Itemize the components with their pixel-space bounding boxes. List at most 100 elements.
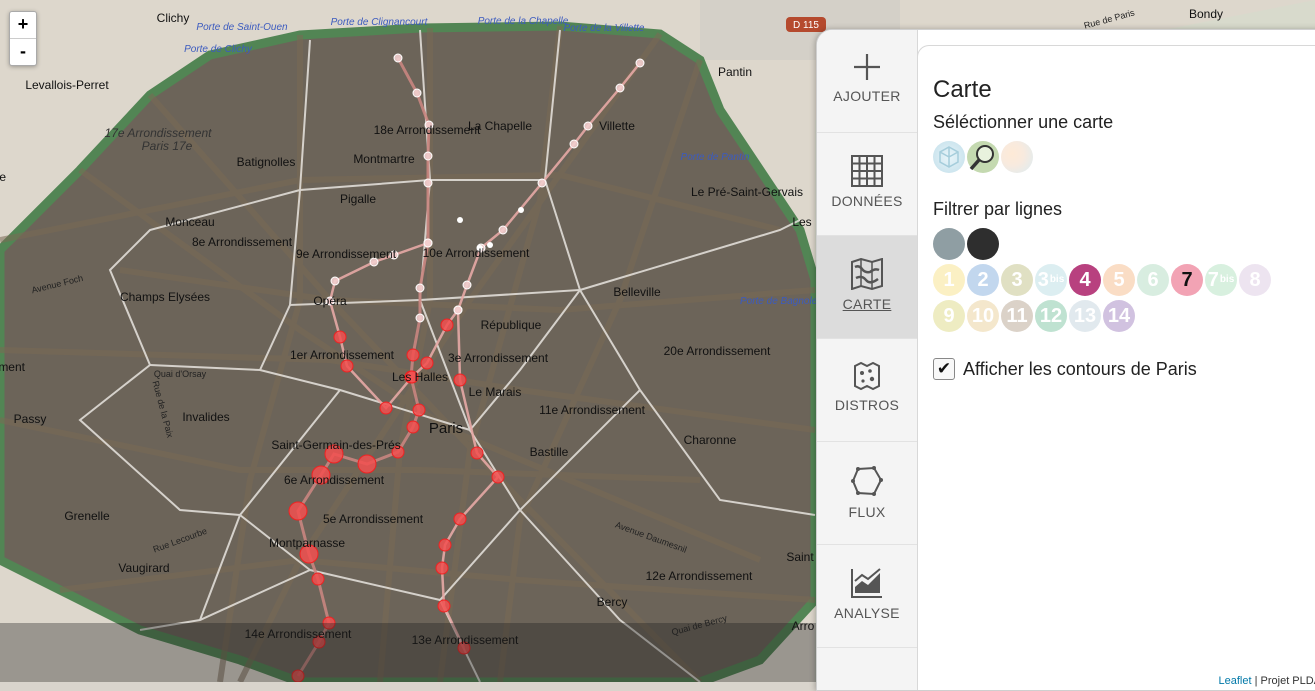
line-filter-12[interactable]: 12 [1035, 300, 1067, 332]
place-label: Vaugirard [118, 561, 169, 575]
place-label: Invalides [182, 410, 229, 424]
metro-station [436, 562, 448, 574]
place-label: ne [0, 170, 6, 184]
district-label: 1er Arrondissement [290, 348, 395, 362]
line-filter-9[interactable]: 9 [933, 300, 965, 332]
select-map-heading: Séléctionner une carte [933, 112, 1315, 133]
place-label: Le Marais [469, 385, 522, 399]
tab-distros[interactable]: DISTROS [817, 339, 917, 442]
magnifier-icon [967, 141, 999, 173]
sidebar-tabs: AJOUTER DONNÉES CARTE DISTROS FLUX ANALY… [817, 30, 918, 690]
outline-checkbox[interactable]: ✔ [933, 358, 955, 380]
line-filter-13[interactable]: 13 [1069, 300, 1101, 332]
porte-label: Porte de la Villette [564, 23, 645, 34]
metro-station [312, 573, 324, 585]
line-filter-6[interactable]: 6 [1137, 264, 1169, 296]
metro-station [518, 207, 524, 213]
place-label: Bastille [530, 445, 569, 459]
line-filter-5[interactable]: 5 [1103, 264, 1135, 296]
tab-label: DONNÉES [831, 193, 902, 209]
metro-station [407, 421, 419, 433]
line-number: 6 [1147, 269, 1158, 292]
place-label: Grenelle [64, 509, 110, 523]
metro-station [424, 152, 432, 160]
tab-label: DISTROS [835, 397, 899, 413]
metro-station [438, 600, 450, 612]
metro-station [331, 277, 339, 285]
line-number: 7 [1181, 269, 1192, 292]
district-label: 17e Arrondissement [105, 126, 213, 140]
metro-station [492, 471, 504, 483]
line-filter-4[interactable]: 4 [1069, 264, 1101, 296]
district-label: 5e Arrondissement [323, 512, 424, 526]
line-filter-7bis[interactable]: 7bis [1205, 264, 1237, 296]
line-number: 13 [1074, 305, 1096, 328]
line-filter-3[interactable]: 3 [1001, 264, 1033, 296]
place-label: La Chapelle [468, 119, 532, 133]
metro-station [334, 331, 346, 343]
place-label: ssement [0, 360, 26, 374]
tab-ajouter[interactable]: AJOUTER [817, 30, 917, 133]
metro-station [413, 89, 421, 97]
pane-title: Carte [933, 76, 1315, 104]
metro-station [441, 319, 453, 331]
porte-label: Porte de Clichy [184, 44, 253, 55]
porte-label: Porte de Saint-Ouen [196, 22, 288, 33]
line-filter-row-3: 9 1011 12 13 14 [933, 300, 1315, 332]
line-filter-3bis[interactable]: 3bis [1035, 264, 1067, 296]
metro-station [538, 179, 546, 187]
metro-station [570, 140, 578, 148]
district-label: 10e Arrondissement [423, 246, 530, 260]
line-number: 3 [1038, 269, 1049, 292]
place-label: Bercy [597, 595, 628, 609]
line-filter-2[interactable]: 2 [967, 264, 999, 296]
metro-station [416, 284, 424, 292]
line-filter-tram-0[interactable] [933, 228, 965, 260]
line-suffix: bis [1050, 274, 1064, 285]
filter-lines-heading: Filtrer par lignes [933, 199, 1315, 220]
district-label: Paris 17e [142, 139, 193, 153]
metro-station [380, 402, 392, 414]
metro-station [584, 122, 592, 130]
place-label: Levallois-Perret [25, 78, 109, 92]
outline-toggle[interactable]: ✔ Afficher les contours de Paris [933, 358, 1315, 380]
zoom-out-button[interactable]: - [10, 38, 36, 65]
attribution-separator: | [1252, 675, 1261, 687]
map-thumb-cube[interactable] [933, 141, 965, 173]
leaflet-link[interactable]: Leaflet [1219, 675, 1252, 687]
district-label: 6e Arrondissement [284, 473, 385, 487]
metro-station [457, 217, 463, 223]
line-filter-8[interactable]: 8 [1239, 264, 1271, 296]
metro-station [421, 357, 433, 369]
tab-analyse[interactable]: ANALYSE [817, 545, 917, 648]
tab-label: AJOUTER [833, 88, 900, 104]
place-label: Montmartre [353, 152, 415, 166]
place-label: Paris [429, 420, 463, 437]
place-label: Saint [786, 550, 814, 564]
map-thumb-magnifier[interactable] [967, 141, 999, 173]
metro-station [289, 502, 307, 520]
tab-donnees[interactable]: DONNÉES [817, 133, 917, 236]
line-filter-10[interactable]: 10 [967, 300, 999, 332]
tab-carte[interactable]: CARTE [817, 236, 917, 339]
place-label: Clichy [157, 11, 190, 25]
zoom-in-button[interactable]: + [10, 12, 36, 38]
tab-label: FLUX [849, 504, 886, 520]
district-label: 11e Arrondissement [539, 403, 646, 417]
line-filter-14[interactable]: 14 [1103, 300, 1135, 332]
place-label: Pigalle [340, 192, 376, 206]
line-filter-7[interactable]: 7 [1171, 264, 1203, 296]
place-label: Passy [14, 412, 47, 426]
place-label: République [481, 318, 542, 332]
road-label: D 115 [793, 20, 819, 31]
line-filter-11[interactable]: 11 [1001, 300, 1033, 332]
carte-pane: Carte Séléctionner une carte Filtrer par… [917, 45, 1315, 690]
line-filter-tram-1[interactable] [967, 228, 999, 260]
line-number: 9 [943, 305, 954, 328]
tab-flux[interactable]: FLUX [817, 442, 917, 545]
map-thumb-pastel[interactable] [1001, 141, 1033, 173]
line-filter-row-2: 1233bis45677bis8 [933, 264, 1315, 296]
tab-label: CARTE [843, 296, 892, 312]
line-filter-1[interactable]: 1 [933, 264, 965, 296]
line-number: 12 [1040, 305, 1062, 328]
